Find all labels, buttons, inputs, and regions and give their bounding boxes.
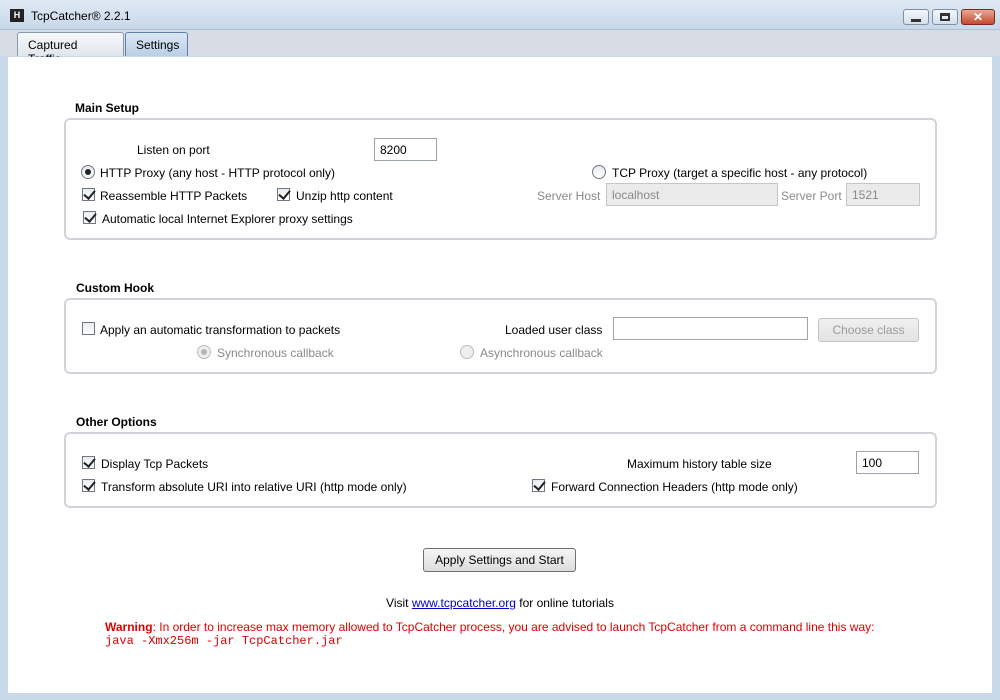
minimize-button[interactable] — [903, 9, 929, 25]
server-port-input[interactable]: 1521 — [846, 183, 920, 206]
tab-captured-traffic[interactable]: Captured Traffic — [17, 32, 124, 66]
visit-prefix: Visit — [386, 596, 409, 610]
maximize-icon — [940, 13, 950, 21]
warning-command: java -Xmx256m -jar TcpCatcher.jar — [105, 634, 343, 648]
listen-port-input[interactable]: 8200 — [374, 138, 437, 161]
apply-transformation-checkbox[interactable] — [82, 322, 95, 335]
tcp-proxy-label: TCP Proxy (target a specific host - any … — [612, 166, 868, 180]
tab-strip: Captured Traffic Settings — [0, 30, 1000, 66]
forward-headers-label: Forward Connection Headers (http mode on… — [551, 480, 798, 494]
tab-settings[interactable]: Settings — [125, 32, 188, 56]
synchronous-callback-label: Synchronous callback — [217, 346, 334, 360]
http-proxy-label: HTTP Proxy (any host - HTTP protocol onl… — [100, 166, 335, 180]
warning-text: : In order to increase max memory allowe… — [152, 620, 875, 634]
listen-port-label: Listen on port — [137, 143, 210, 157]
reassemble-checkbox[interactable] — [82, 188, 95, 201]
unzip-label: Unzip http content — [296, 189, 393, 203]
asynchronous-callback-radio[interactable] — [460, 345, 474, 359]
loaded-class-label: Loaded user class — [505, 323, 603, 337]
transform-uri-checkbox[interactable] — [82, 479, 95, 492]
auto-ie-proxy-checkbox[interactable] — [83, 211, 96, 224]
synchronous-callback-radio[interactable] — [197, 345, 211, 359]
http-proxy-radio[interactable] — [81, 165, 95, 179]
memory-warning: Warning: In order to increase max memory… — [105, 620, 965, 648]
transform-uri-label: Transform absolute URI into relative URI… — [101, 480, 407, 494]
window-title: TcpCatcher® 2.2.1 — [31, 9, 131, 23]
reassemble-label: Reassemble HTTP Packets — [100, 189, 248, 203]
server-host-input[interactable]: localhost — [606, 183, 778, 206]
max-history-label: Maximum history table size — [627, 457, 772, 471]
minimize-icon — [911, 18, 921, 22]
apply-settings-button[interactable]: Apply Settings and Start — [423, 548, 576, 572]
loaded-class-input[interactable] — [613, 317, 808, 340]
server-port-label: Server Port — [781, 189, 842, 203]
server-host-label: Server Host — [537, 189, 601, 203]
tcpcatcher-link[interactable]: www.tcpcatcher.org — [412, 596, 516, 610]
choose-class-button[interactable]: Choose class — [818, 318, 919, 342]
display-tcp-label: Display Tcp Packets — [101, 457, 209, 471]
close-button[interactable]: ✕ — [961, 9, 995, 25]
display-tcp-checkbox[interactable] — [82, 456, 95, 469]
visit-suffix: for online tutorials — [519, 596, 614, 610]
apply-transformation-label: Apply an automatic transformation to pac… — [100, 323, 341, 337]
asynchronous-callback-label: Asynchronous callback — [480, 346, 603, 360]
warning-label: Warning — [105, 620, 153, 634]
visit-line: Visit www.tcpcatcher.org for online tuto… — [8, 596, 992, 610]
close-icon: ✕ — [972, 10, 984, 24]
settings-panel: Main Setup Listen on port 8200 HTTP Prox… — [8, 57, 992, 693]
app-icon: H — [10, 9, 24, 22]
tcp-proxy-radio[interactable] — [592, 165, 606, 179]
max-history-input[interactable]: 100 — [856, 451, 919, 474]
main-setup-title: Main Setup — [75, 101, 140, 115]
unzip-checkbox[interactable] — [277, 188, 290, 201]
title-bar: H TcpCatcher® 2.2.1 ✕ — [0, 0, 1000, 30]
maximize-button[interactable] — [932, 9, 958, 25]
other-options-title: Other Options — [76, 415, 157, 429]
custom-hook-title: Custom Hook — [76, 281, 154, 295]
auto-ie-proxy-label: Automatic local Internet Explorer proxy … — [102, 212, 353, 226]
forward-headers-checkbox[interactable] — [532, 479, 545, 492]
